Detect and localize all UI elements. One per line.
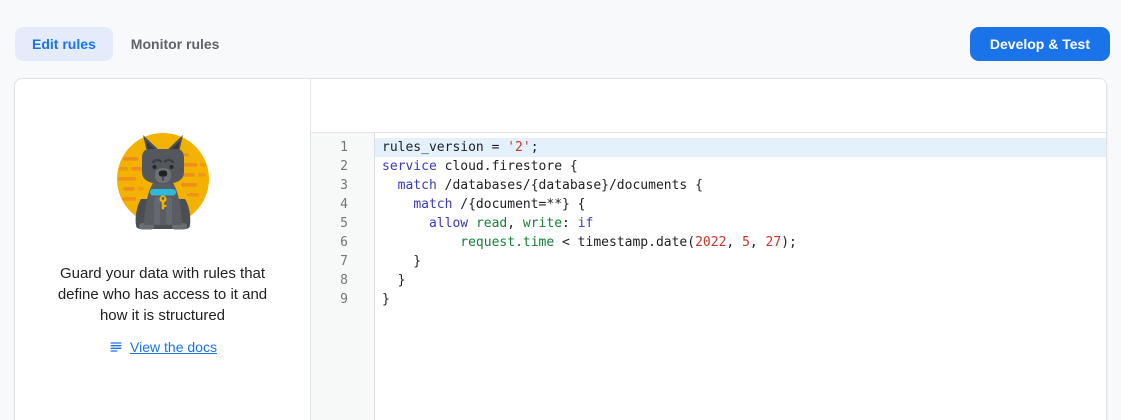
- code-token-plain: }: [382, 273, 405, 288]
- code-token-plain: < timestamp.date(: [554, 235, 695, 250]
- rules-description-line: define who has access to it and: [38, 284, 288, 305]
- code-line[interactable]: match /databases/{database}/documents {: [375, 176, 1106, 195]
- code-editor[interactable]: 123456789 rules_version = '2';service cl…: [311, 133, 1106, 420]
- code-token-kw: service: [382, 159, 437, 174]
- code-token-plain: /{document=**} {: [452, 197, 585, 212]
- editor-toolbar: [311, 79, 1106, 133]
- code-token-plain: :: [562, 216, 578, 231]
- code-token-plain: [382, 235, 460, 250]
- code-token-plain: ,: [507, 216, 523, 231]
- code-token-plain: [382, 216, 429, 231]
- code-token-plain: cloud.firestore {: [437, 159, 578, 174]
- code-token-prop: write: [523, 216, 562, 231]
- line-number-gutter: 123456789: [311, 133, 375, 420]
- rules-description-line: how it is structured: [38, 305, 288, 326]
- line-number: 8: [311, 271, 374, 290]
- line-number: 7: [311, 252, 374, 271]
- code-token-plain: }: [382, 292, 390, 307]
- line-number: 3: [311, 176, 374, 195]
- document-lines-icon: [108, 339, 124, 355]
- code-token-kw: match: [413, 197, 452, 212]
- code-line[interactable]: }: [375, 271, 1106, 290]
- tab-monitor-rules[interactable]: Monitor rules: [131, 36, 220, 52]
- rules-editor-card: Guard your data with rules that define w…: [14, 78, 1107, 420]
- code-token-plain: ,: [750, 235, 766, 250]
- code-token-num: 2022: [695, 235, 726, 250]
- code-line[interactable]: match /{document=**} {: [375, 195, 1106, 214]
- code-token-plain: /databases/{database}/documents {: [437, 178, 703, 193]
- rules-description: Guard your data with rules that define w…: [38, 263, 288, 326]
- code-line[interactable]: }: [375, 290, 1106, 309]
- code-line[interactable]: allow read, write: if: [375, 214, 1106, 233]
- code-token-str: '2': [507, 140, 530, 155]
- tab-edit-rules-label: Edit rules: [32, 36, 96, 52]
- code-line[interactable]: }: [375, 252, 1106, 271]
- code-token-prop: request.time: [460, 235, 554, 250]
- rules-info-panel: Guard your data with rules that define w…: [15, 79, 311, 420]
- code-token-prop: read: [476, 216, 507, 231]
- tab-edit-rules[interactable]: Edit rules: [15, 27, 113, 61]
- code-token-num: 5: [742, 235, 750, 250]
- code-token-plain: ;: [531, 140, 539, 155]
- code-area[interactable]: rules_version = '2';service cloud.firest…: [375, 133, 1106, 420]
- rules-editor-pane: 123456789 rules_version = '2';service cl…: [311, 79, 1106, 420]
- line-number: 4: [311, 195, 374, 214]
- code-token-plain: [468, 216, 476, 231]
- rules-tab-bar: Edit rules Monitor rules: [15, 27, 219, 61]
- code-token-plain: [382, 197, 413, 212]
- code-token-kw: if: [578, 216, 594, 231]
- develop-and-test-button[interactable]: Develop & Test: [970, 27, 1110, 61]
- rules-description-line: Guard your data with rules that: [38, 263, 288, 284]
- code-token-kw: match: [398, 178, 437, 193]
- view-docs-link-row[interactable]: View the docs: [108, 339, 217, 355]
- tab-monitor-rules-label: Monitor rules: [131, 36, 220, 52]
- guard-dog-illustration: [103, 121, 223, 243]
- code-line[interactable]: service cloud.firestore {: [375, 157, 1106, 176]
- line-number: 1: [311, 138, 374, 157]
- code-token-plain: }: [382, 254, 421, 269]
- code-token-num: 27: [766, 235, 782, 250]
- code-token-plain: [382, 178, 398, 193]
- code-line[interactable]: request.time < timestamp.date(2022, 5, 2…: [375, 233, 1106, 252]
- line-number: 2: [311, 157, 374, 176]
- code-token-plain: ,: [726, 235, 742, 250]
- line-number: 6: [311, 233, 374, 252]
- line-number: 5: [311, 214, 374, 233]
- line-number: 9: [311, 290, 374, 309]
- view-docs-link[interactable]: View the docs: [130, 339, 217, 355]
- code-token-plain: rules_version =: [382, 140, 507, 155]
- code-token-plain: );: [781, 235, 797, 250]
- code-token-kw: allow: [429, 216, 468, 231]
- code-line[interactable]: rules_version = '2';: [375, 138, 1106, 157]
